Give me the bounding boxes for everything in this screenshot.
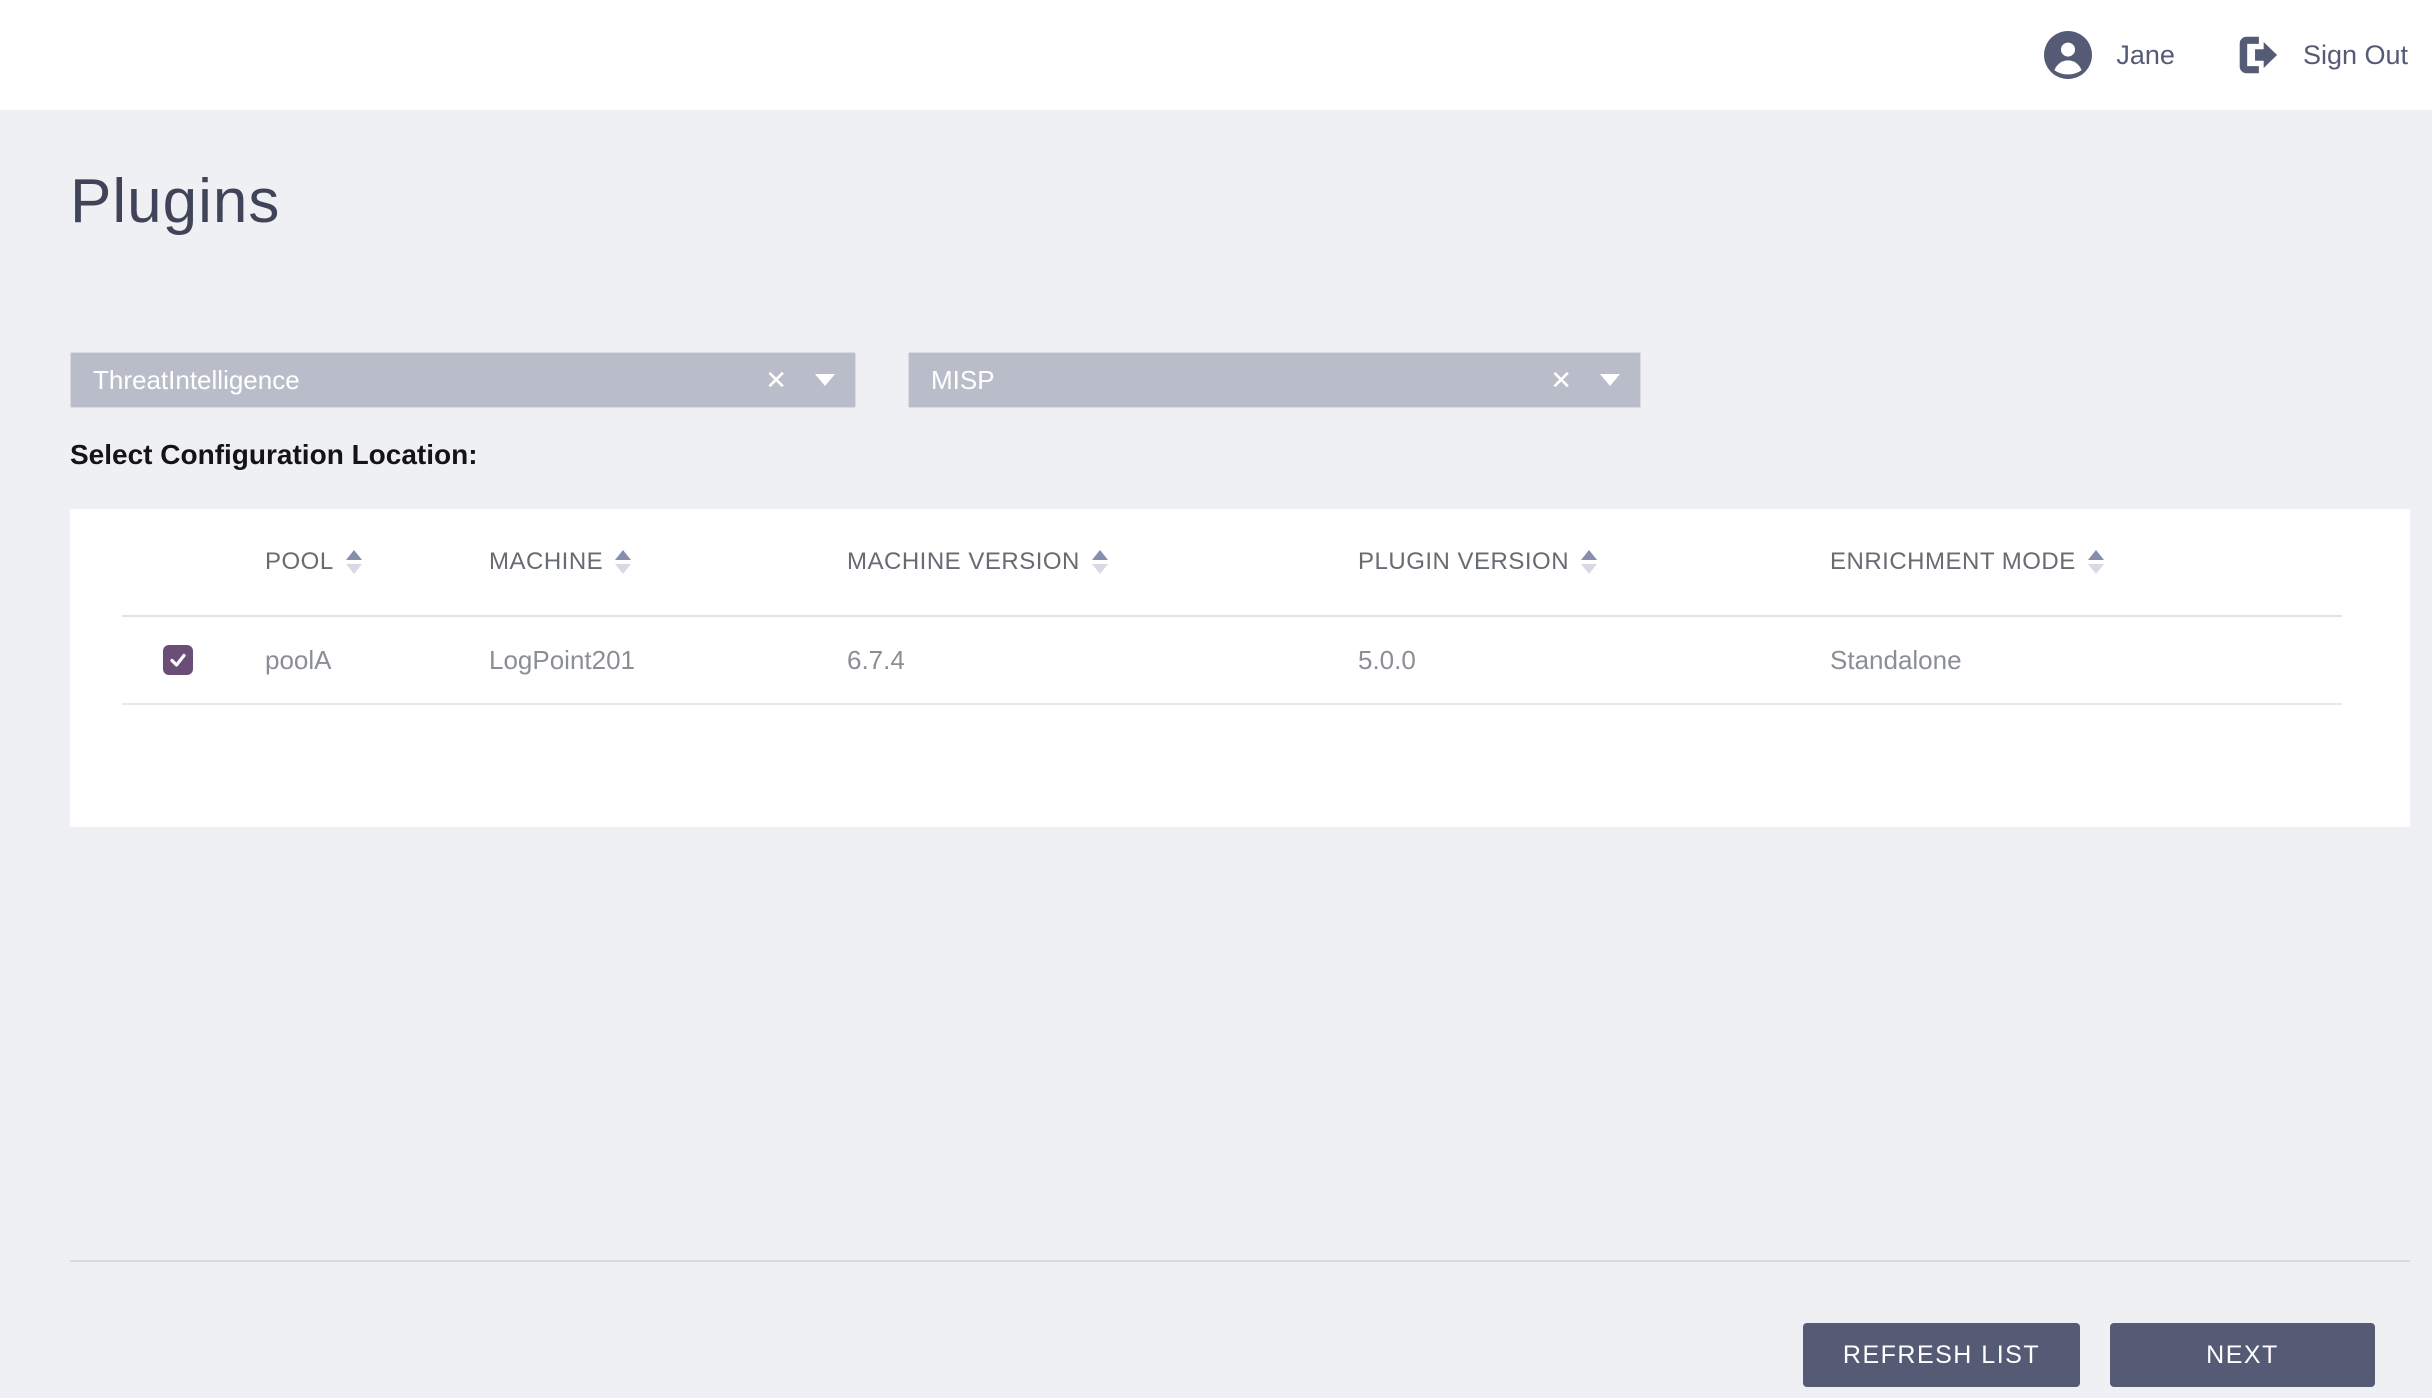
chevron-down-icon[interactable] <box>815 374 835 386</box>
user-avatar-icon <box>2044 31 2093 79</box>
sort-icon[interactable] <box>345 550 362 574</box>
checkmark-icon <box>170 653 186 667</box>
column-header-pool[interactable]: POOL <box>265 509 489 617</box>
cell-plugin-version: 5.0.0 <box>1358 617 1830 705</box>
plugin-name-value: MISP <box>931 364 995 395</box>
cell-machine: LogPoint201 <box>489 617 847 705</box>
column-header-enrichment-mode[interactable]: ENRICHMENT MODE <box>1830 509 2342 617</box>
clear-plugin-type-icon[interactable]: ✕ <box>759 367 793 393</box>
plugin-name-select[interactable]: MISP ✕ <box>908 352 1641 408</box>
footer-divider <box>70 1260 2410 1262</box>
row-checkbox[interactable] <box>163 645 193 675</box>
footer-actions: REFRESH LIST NEXT <box>70 1323 2410 1387</box>
page-title: Plugins <box>70 167 281 236</box>
sign-out-icon <box>2233 32 2279 78</box>
top-bar: Jane Sign Out <box>0 0 2432 110</box>
sort-icon[interactable] <box>1581 550 1598 574</box>
sign-out-label: Sign Out <box>2302 39 2408 70</box>
column-header-plugin-version[interactable]: PLUGIN VERSION <box>1358 509 1830 617</box>
header-select-column <box>122 509 265 617</box>
chevron-down-icon[interactable] <box>1600 374 1620 386</box>
sort-icon[interactable] <box>1091 550 1108 574</box>
refresh-list-button[interactable]: REFRESH LIST <box>1803 1323 2080 1387</box>
cell-enrichment-mode: Standalone <box>1830 617 2342 705</box>
plugin-type-select[interactable]: ThreatIntelligence ✕ <box>70 352 856 408</box>
cell-pool: poolA <box>265 617 489 705</box>
sort-icon[interactable] <box>615 550 632 574</box>
clear-plugin-name-icon[interactable]: ✕ <box>1544 367 1578 393</box>
column-header-machine-version[interactable]: MACHINE VERSION <box>847 509 1358 617</box>
next-button[interactable]: NEXT <box>2110 1323 2375 1387</box>
sort-icon[interactable] <box>2087 550 2104 574</box>
column-header-machine[interactable]: MACHINE <box>489 509 847 617</box>
configuration-table-card: POOL MACHINE MACHINE VERSION PLUGIN VERS… <box>70 509 2410 827</box>
section-label: Select Configuration Location: <box>70 439 478 470</box>
main-content: Plugins ThreatIntelligence ✕ MISP ✕ Sele… <box>0 165 2432 1387</box>
sign-out-button[interactable]: Sign Out <box>2233 32 2408 78</box>
configuration-table: POOL MACHINE MACHINE VERSION PLUGIN VERS… <box>122 509 2342 705</box>
cell-machine-version: 6.7.4 <box>847 617 1358 705</box>
plugin-type-value: ThreatIntelligence <box>93 364 300 395</box>
table-row-select-cell <box>122 617 265 705</box>
plugin-filters: ThreatIntelligence ✕ MISP ✕ <box>70 352 2410 408</box>
user-menu[interactable]: Jane <box>2044 31 2175 79</box>
user-name: Jane <box>2116 39 2175 70</box>
